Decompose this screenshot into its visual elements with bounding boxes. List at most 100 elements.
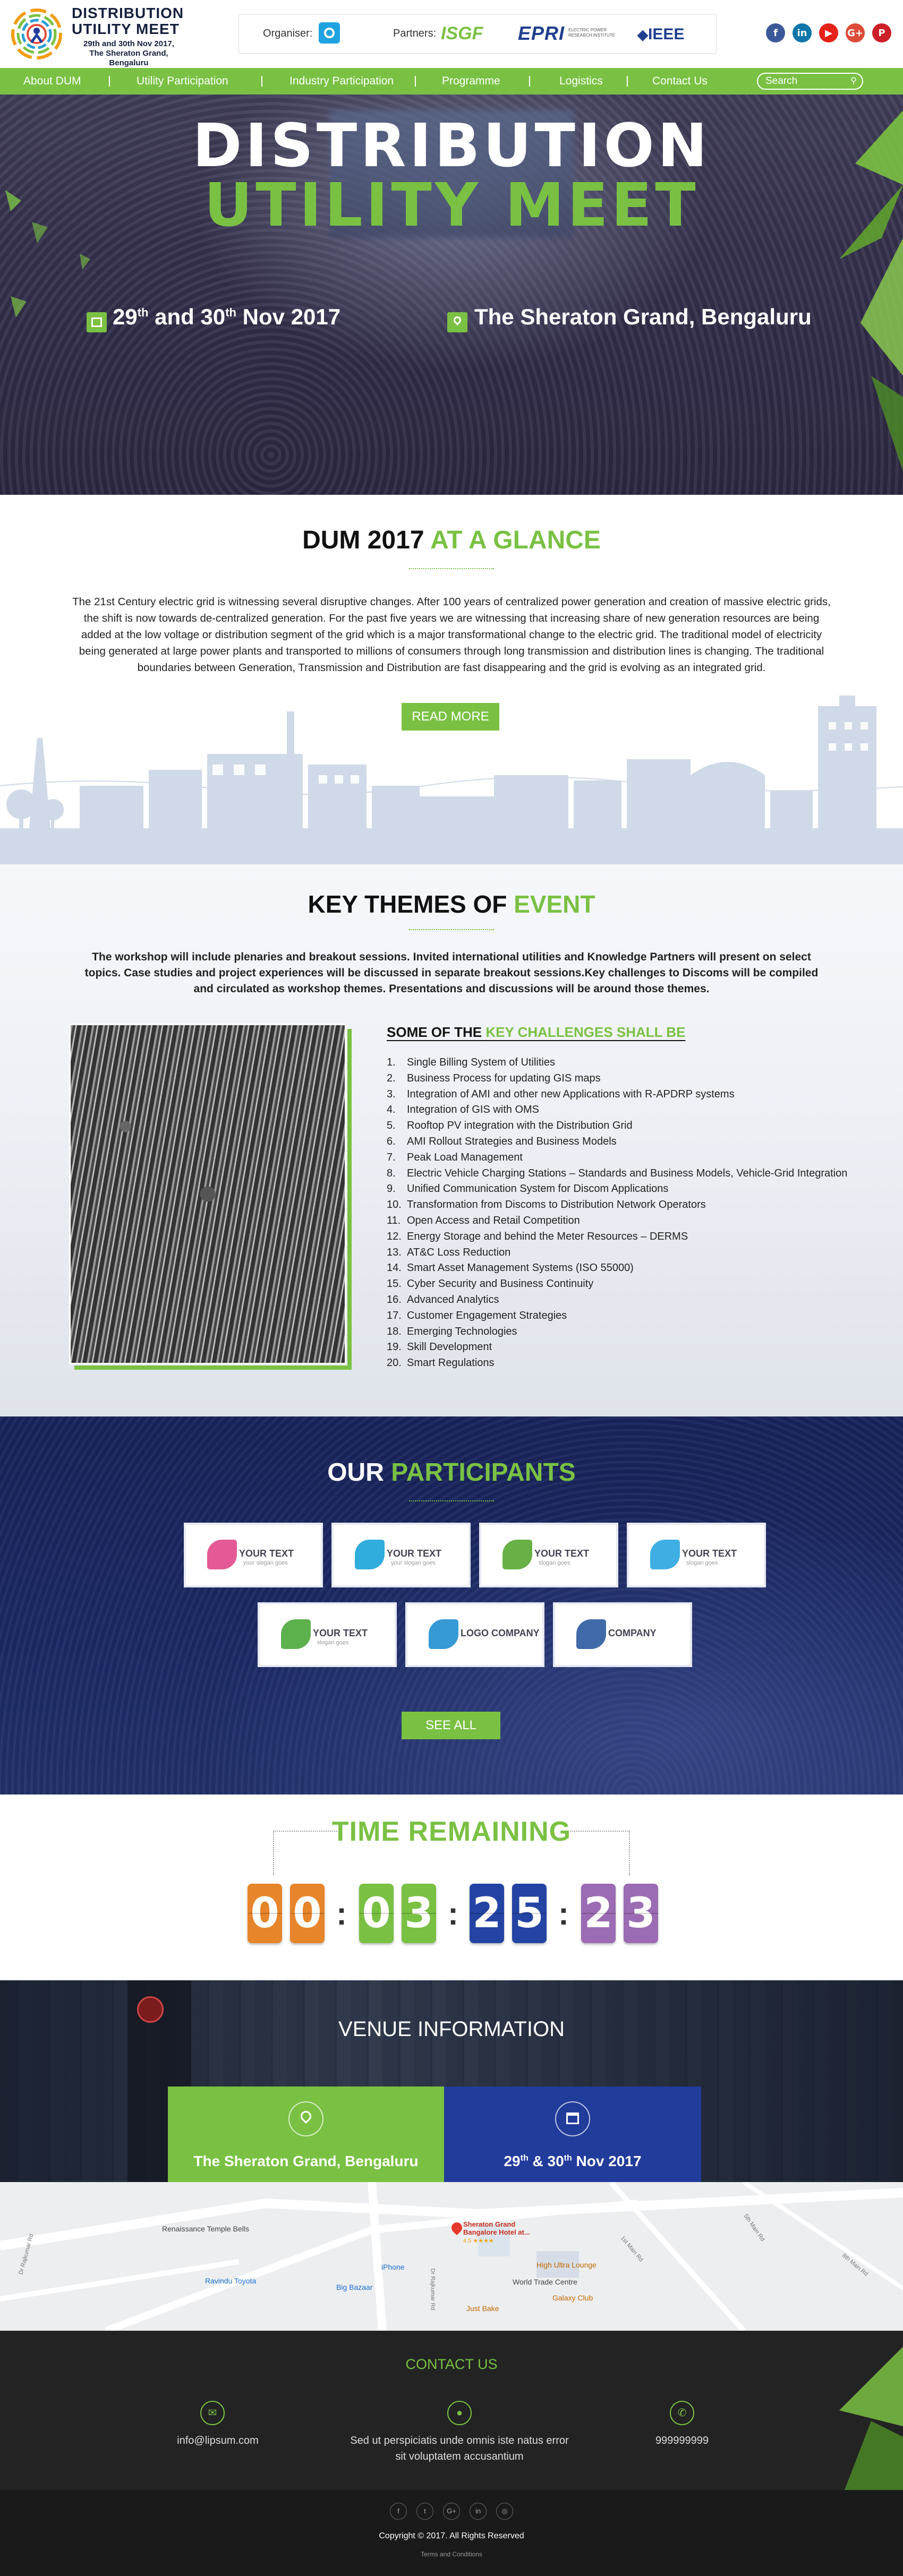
linkedin-icon[interactable]: in bbox=[793, 23, 812, 42]
search-input[interactable]: Search ⚲ bbox=[757, 73, 863, 90]
challenge-item: 12. Energy Storage and behind the Meter R… bbox=[387, 1229, 865, 1245]
participant-logo-card[interactable]: YOUR TEXT slogan goes bbox=[627, 1523, 766, 1587]
partner-ieee-logo[interactable]: ◆IEEE bbox=[637, 25, 684, 44]
partners-box: Organiser: Partners: ISGF EPRI ELECTRIC … bbox=[238, 14, 717, 54]
footer-linkedin-icon[interactable]: in bbox=[470, 2503, 487, 2520]
timer-digit: 2 bbox=[581, 1884, 616, 1943]
challenge-number: 19. bbox=[387, 1341, 402, 1353]
footer-instagram-icon[interactable]: ◎ bbox=[496, 2503, 513, 2520]
key-challenges-title: SOME OF THE KEY CHALLENGES SHALL BE bbox=[387, 1024, 685, 1041]
kc-title-a: SOME OF THE bbox=[387, 1024, 486, 1040]
challenge-item: 9. Unified Communication System for Disco… bbox=[387, 1181, 865, 1197]
participant-logo-card[interactable]: YOUR TEXT slogan goes bbox=[258, 1602, 397, 1667]
challenge-number: 20. bbox=[387, 1357, 402, 1369]
contact-address: Sed ut perspiciatis unde omnis iste natu… bbox=[348, 2433, 571, 2465]
glance-title: DUM 2017 AT A GLANCE bbox=[0, 526, 903, 555]
facebook-icon[interactable]: f bbox=[766, 23, 785, 42]
phone-icon: ✆ bbox=[670, 2401, 694, 2425]
contact-email[interactable]: info@lipsum.com bbox=[106, 2433, 329, 2449]
contact-us-title: CONTACT US bbox=[405, 2356, 498, 2372]
map-label: Big Bazaar bbox=[336, 2283, 373, 2291]
venue-date-sup2: th bbox=[564, 2153, 572, 2163]
timer-digit: 0 bbox=[248, 1884, 282, 1943]
participant-logo-slogan: your slogan goes bbox=[243, 1560, 288, 1566]
participant-logo-card[interactable]: YOUR TEXT your slogan goes bbox=[331, 1523, 471, 1587]
terms-link[interactable]: Terms and Conditions bbox=[0, 2551, 903, 2558]
themes-paragraph: The workshop will include plenaries and … bbox=[84, 951, 819, 995]
challenge-number: 18. bbox=[387, 1325, 402, 1337]
footer-googleplus-icon[interactable]: G+ bbox=[443, 2503, 460, 2520]
nav-divider bbox=[627, 76, 628, 87]
nav-logistics[interactable]: Logistics bbox=[559, 68, 603, 95]
logo-icon[interactable] bbox=[7, 5, 66, 63]
participant-logo-card[interactable]: LOGO COMPANY bbox=[405, 1602, 544, 1667]
challenge-text: Unified Communication System for Discom … bbox=[407, 1183, 669, 1195]
participant-logo-slogan: slogan goes bbox=[539, 1560, 570, 1566]
nav-programme[interactable]: Programme bbox=[442, 68, 500, 95]
key-challenges-list: 1. Single Billing System of Utilities 2. Bu… bbox=[387, 1055, 865, 1371]
venue-place-card: The Sheraton Grand, Bengaluru bbox=[168, 2086, 444, 2195]
map-label: Renaissance Temple Bells bbox=[162, 2225, 249, 2233]
challenge-number: 12. bbox=[387, 1230, 402, 1242]
organiser-logo-icon[interactable] bbox=[319, 22, 340, 44]
see-all-button[interactable]: SEE ALL bbox=[402, 1712, 500, 1739]
challenge-text: Electric Vehicle Charging Stations – Sta… bbox=[407, 1167, 848, 1179]
nav-about[interactable]: About DUM bbox=[23, 68, 81, 95]
challenge-number: 2. bbox=[387, 1072, 396, 1084]
venue-date-b: & 30 bbox=[528, 2153, 564, 2169]
nav-divider bbox=[529, 76, 530, 87]
pinterest-icon[interactable]: P bbox=[872, 23, 891, 42]
googleplus-icon[interactable]: G+ bbox=[846, 23, 865, 42]
partner-isgf-logo[interactable]: ISGF bbox=[441, 23, 483, 44]
challenge-text: Single Billing System of Utilities bbox=[407, 1057, 555, 1068]
venue-date-a: 29 bbox=[504, 2153, 521, 2169]
challenge-text: Skill Development bbox=[407, 1341, 492, 1353]
ieee-diamond-icon: ◆ bbox=[637, 27, 648, 42]
contact-phone[interactable]: 999999999 bbox=[570, 2433, 794, 2449]
challenge-item: 8. Electric Vehicle Charging Stations – S… bbox=[387, 1166, 865, 1182]
map-label: Just Bake bbox=[466, 2304, 499, 2313]
footer-twitter-icon[interactable]: t bbox=[416, 2503, 433, 2520]
timer-colon: : bbox=[448, 1896, 458, 1931]
challenge-number: 13. bbox=[387, 1246, 402, 1258]
timer-colon: : bbox=[336, 1896, 347, 1931]
challenge-text: Advanced Analytics bbox=[407, 1293, 499, 1306]
venue-place: The Sheraton Grand, Bengaluru bbox=[193, 2153, 419, 2169]
nav-divider bbox=[261, 76, 262, 87]
participant-logo-card[interactable]: YOUR TEXT slogan goes bbox=[479, 1523, 618, 1587]
hero-date-and: and 30 bbox=[148, 304, 226, 329]
logo-title-line1: DISTRIBUTION bbox=[72, 5, 184, 21]
logo-title: DISTRIBUTION UTILITY MEET bbox=[72, 5, 184, 37]
participant-logo-icon bbox=[576, 1619, 606, 1649]
footer-facebook-icon[interactable]: f bbox=[390, 2503, 407, 2520]
timer-digit: 2 bbox=[470, 1884, 504, 1943]
venue-map[interactable]: Sheraton Grand Bangalore Hotel at... 4.5… bbox=[0, 2182, 903, 2331]
challenge-number: 14. bbox=[387, 1262, 402, 1274]
challenge-number: 9. bbox=[387, 1183, 396, 1195]
participant-logo-text: YOUR TEXT bbox=[682, 1548, 737, 1559]
title-divider bbox=[409, 929, 494, 931]
conference-crowd-photo bbox=[69, 1024, 346, 1364]
glance-title-b: AT A GLANCE bbox=[430, 526, 601, 554]
nav-industry-participation[interactable]: Industry Participation bbox=[289, 68, 394, 95]
participant-logo-icon bbox=[281, 1619, 311, 1649]
challenge-item: 3. Integration of AMI and other new Appli… bbox=[387, 1087, 865, 1103]
youtube-icon[interactable]: ▶ bbox=[819, 23, 838, 42]
search-icon[interactable]: ⚲ bbox=[850, 74, 857, 89]
participant-logo-card[interactable]: YOUR TEXT your slogan goes bbox=[184, 1523, 323, 1587]
participant-logo-slogan: slogan goes bbox=[686, 1560, 718, 1566]
nav-contact[interactable]: Contact Us bbox=[652, 68, 708, 95]
map-roads bbox=[0, 2182, 903, 2331]
challenge-text: Open Access and Retail Competition bbox=[407, 1214, 580, 1226]
calendar-icon bbox=[555, 2101, 590, 2136]
location-pin-icon bbox=[447, 312, 467, 332]
hero-date-day1: 29 bbox=[113, 304, 138, 329]
challenge-text: Peak Load Management bbox=[407, 1151, 523, 1163]
partner-epri-logo[interactable]: EPRI bbox=[518, 22, 565, 45]
challenge-item: 20. Smart Regulations bbox=[387, 1355, 865, 1371]
nav-utility-participation[interactable]: Utility Participation bbox=[137, 68, 228, 95]
participant-logo-card[interactable]: COMPANY bbox=[553, 1602, 692, 1667]
map-road-label: Dr Rajkumar Rd bbox=[429, 2268, 436, 2311]
calendar-icon bbox=[87, 312, 107, 332]
glance-title-a: DUM 2017 bbox=[302, 526, 431, 554]
